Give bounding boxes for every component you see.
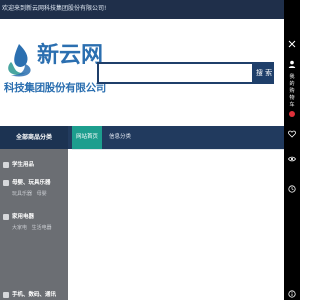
category-title: 家用电器 (12, 214, 35, 220)
pencil-icon (3, 162, 9, 168)
cart-label-char[interactable]: 车 (284, 102, 300, 108)
subcategory-link[interactable]: 生活电器 (32, 225, 52, 231)
search-box (97, 62, 254, 86)
appliance-icon (3, 214, 9, 220)
category-subs: 玩具乐器 母婴 (12, 190, 50, 198)
tab-info-categories[interactable]: 信息分类 (105, 126, 135, 149)
category-title: 母婴、玩具乐器 (12, 180, 51, 186)
content-divider (72, 149, 284, 150)
close-x-icon[interactable] (288, 40, 296, 48)
main-nav: 全部商品分类 网站首页 信息分类 (0, 126, 284, 149)
toy-icon (3, 180, 9, 186)
clock-icon[interactable] (288, 185, 296, 193)
welcome-text: 欢迎来到新云网科技集团股份有限公司! (2, 5, 107, 12)
phone-icon (3, 292, 9, 298)
tab-home[interactable]: 网站首页 (72, 126, 102, 149)
subcategory-link[interactable]: 玩具乐器 (12, 191, 32, 197)
category-title: 手机、数码、通讯 (12, 292, 57, 298)
search-input[interactable] (99, 67, 252, 86)
logo-name[interactable]: 新云网 (37, 43, 103, 67)
all-categories-button[interactable]: 全部商品分类 (0, 126, 68, 149)
subcategory-link[interactable]: 母婴 (37, 191, 47, 197)
cart-badge-icon (289, 111, 295, 117)
cart-label-char[interactable]: 购 (284, 88, 300, 94)
cart-label-char[interactable]: 我 (284, 74, 300, 80)
category-subs: 大家电 生活电器 (12, 224, 55, 232)
info-icon[interactable] (288, 290, 296, 298)
eye-icon[interactable] (288, 155, 296, 163)
top-welcome-bar: 欢迎来到新云网科技集团股份有限公司! (0, 0, 300, 19)
logo-company-name: 科技集团股份有限公司 (4, 82, 106, 94)
cart-label-char[interactable]: 物 (284, 95, 300, 101)
search-button[interactable]: 搜 索 (254, 62, 274, 84)
heart-icon[interactable] (288, 130, 296, 138)
person-icon[interactable] (288, 60, 296, 68)
category-sidebar: 学生用品 母婴、玩具乐器 玩具乐器 母婴 家用电器 大家电 生活电器 手机、数码… (0, 149, 68, 300)
category-title: 学生用品 (12, 162, 35, 168)
cart-label-char[interactable]: 的 (284, 81, 300, 87)
right-toolbar: 我 的 购 物 车 (284, 0, 300, 300)
subcategory-link[interactable]: 大家电 (12, 225, 27, 231)
cloud-logo-icon[interactable] (3, 42, 35, 78)
